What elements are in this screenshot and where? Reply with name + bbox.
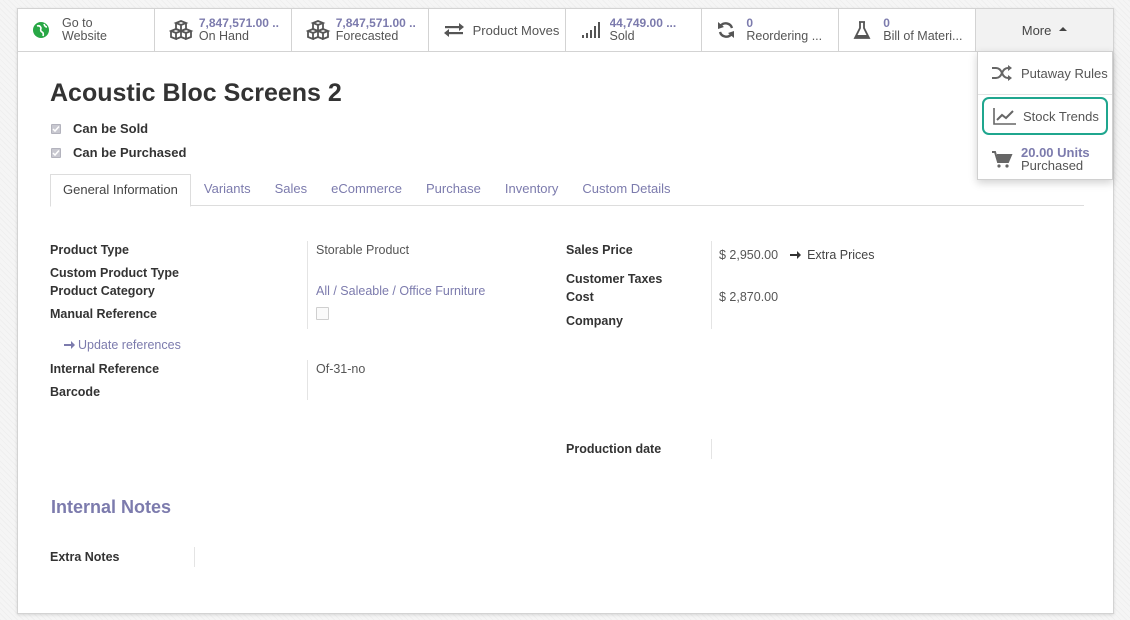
customer-taxes-label: Customer Taxes [566, 272, 663, 286]
arrow-right-icon [64, 341, 75, 349]
purchased-label: Purchased [1021, 157, 1084, 173]
manual-reference-checkbox[interactable] [316, 307, 329, 320]
can-be-sold-label: Can be Sold [73, 121, 149, 136]
product-moves-button[interactable]: Product Moves [428, 9, 566, 51]
arrow-right-icon [790, 251, 802, 259]
custom-product-type-label: Custom Product Type [50, 266, 179, 280]
caret-up-icon [1059, 27, 1068, 31]
extra-prices-label: Extra Prices [807, 248, 875, 262]
cost-label: Cost [566, 290, 594, 304]
can-be-purchased-row: Can be Purchased [51, 145, 186, 160]
exchange-icon [443, 19, 473, 41]
can-be-purchased-checkbox[interactable] [51, 147, 61, 158]
stock-trends-label: Stock Trends [1023, 108, 1099, 124]
update-references-link[interactable]: Update references [64, 338, 181, 352]
internal-reference-label: Internal Reference [50, 362, 160, 376]
sales-price-value[interactable]: $ 2,950.00 [719, 248, 778, 262]
forecasted-label: Forecasted [335, 29, 399, 43]
reordering-button[interactable]: 0 Reordering ... [702, 9, 840, 51]
column-separator [194, 547, 195, 567]
bill-of-materials-button[interactable]: 0 Bill of Materi... [839, 9, 977, 51]
go-to-website-button[interactable]: Go to Website [18, 9, 155, 51]
on-hand-button[interactable]: 7,847,571.00 .. On Hand [154, 9, 292, 51]
extra-prices-button[interactable]: Extra Prices [790, 248, 874, 262]
column-separator [307, 241, 308, 329]
product-moves-label: Product Moves [472, 23, 560, 37]
column-separator [307, 360, 308, 400]
sold-label: Sold [609, 29, 635, 43]
update-references-label: Update references [78, 338, 181, 352]
shopping-cart-icon [991, 150, 1021, 168]
refresh-icon [716, 19, 746, 41]
extra-notes-label: Extra Notes [50, 550, 120, 564]
tab-custom-details[interactable]: Custom Details [570, 174, 682, 205]
globe-icon [32, 19, 62, 41]
internal-reference-value[interactable]: Of-31-no [316, 362, 365, 376]
sold-button[interactable]: 44,749.00 ... Sold [565, 9, 703, 51]
column-separator [711, 241, 712, 329]
bom-label: Bill of Materi... [883, 29, 963, 43]
can-be-sold-row: Can be Sold [51, 121, 148, 136]
purchased-value: 20.00 Units [1021, 144, 1090, 160]
manual-reference-label: Manual Reference [50, 307, 157, 321]
website-line2: Website [62, 29, 107, 43]
checkbox-box [316, 307, 329, 320]
product-name: Acoustic Bloc Screens 2 [50, 79, 342, 107]
production-date-label: Production date [566, 442, 662, 456]
product-category-link[interactable]: All / Saleable / Office Furniture [316, 284, 485, 298]
product-category-label: Product Category [50, 284, 155, 298]
cost-value[interactable]: $ 2,870.00 [719, 290, 778, 304]
forecasted-button[interactable]: 7,847,571.00 .. Forecasted [291, 9, 429, 51]
smart-button-bar: Go to Website 7,847,571.00 .. On Hand 7,… [18, 9, 1113, 52]
cubes-icon [168, 19, 199, 41]
putaway-rules-button[interactable]: Putaway Rules [978, 52, 1112, 95]
flask-icon [853, 19, 883, 41]
random-icon [991, 65, 1021, 81]
purchased-button[interactable]: 20.00 Units Purchased [978, 137, 1112, 180]
putaway-rules-label: Putaway Rules [1021, 65, 1108, 81]
signal-icon [580, 19, 610, 41]
sales-price-label: Sales Price [566, 243, 633, 257]
more-label: More [1021, 22, 1052, 38]
can-be-sold-checkbox[interactable] [51, 123, 61, 134]
sales-price-row: $ 2,950.00 Extra Prices [719, 248, 874, 262]
tab-sales[interactable]: Sales [263, 174, 320, 205]
tab-purchase[interactable]: Purchase [414, 174, 493, 205]
tab-general-information[interactable]: General Information [50, 174, 191, 207]
barcode-label: Barcode [50, 385, 101, 399]
product-type-value[interactable]: Storable Product [316, 243, 409, 257]
product-type-label: Product Type [50, 243, 129, 257]
company-label: Company [566, 314, 623, 328]
stock-trends-button[interactable]: Stock Trends [982, 97, 1108, 135]
internal-notes-title: Internal Notes [51, 497, 172, 517]
more-button[interactable]: More [976, 9, 1113, 51]
tab-ecommerce[interactable]: eCommerce [319, 174, 414, 205]
cubes-icon [305, 19, 336, 41]
more-dropdown-menu: Putaway Rules Stock Trends 20.00 Units P… [977, 51, 1113, 180]
form-sheet: Go to Website 7,847,571.00 .. On Hand 7,… [17, 8, 1114, 614]
tab-inventory[interactable]: Inventory [493, 174, 570, 205]
tab-variants[interactable]: Variants [192, 174, 263, 205]
column-separator [711, 439, 712, 459]
notebook-tabs: General Information Variants Sales eComm… [50, 174, 1084, 207]
on-hand-label: On Hand [198, 29, 249, 43]
line-chart-icon [993, 107, 1023, 125]
can-be-purchased-label: Can be Purchased [73, 145, 187, 160]
reordering-label: Reordering ... [746, 29, 823, 43]
